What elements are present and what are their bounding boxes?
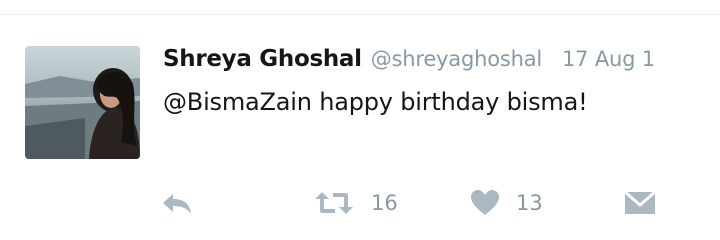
direct-message-button[interactable]: [624, 185, 656, 221]
like-count: 13: [516, 191, 543, 215]
retweet-count: 16: [371, 191, 398, 215]
retweet-icon: [313, 188, 355, 218]
tweet-body: happy birthday bisma!: [311, 88, 588, 116]
display-name[interactable]: Shreya Ghoshal: [163, 46, 362, 72]
avatar[interactable]: [25, 46, 140, 159]
envelope-icon: [624, 190, 656, 216]
mention-link[interactable]: @BismaZain: [163, 88, 312, 116]
timestamp[interactable]: 17 Aug 1: [562, 47, 655, 71]
tweet-header: Shreya Ghoshal @shreyaghoshal 17 Aug 1: [163, 46, 655, 80]
retweet-button[interactable]: 16: [313, 185, 398, 221]
reply-icon: [160, 188, 194, 218]
tweet-actions: 16 13: [0, 185, 720, 221]
reply-button[interactable]: [160, 185, 194, 221]
like-button[interactable]: 13: [470, 185, 543, 221]
user-handle[interactable]: @shreyaghoshal: [371, 47, 542, 71]
heart-icon: [470, 189, 500, 217]
tweet-text: @BismaZain happy birthday bisma!: [163, 88, 588, 116]
top-divider: [0, 14, 720, 15]
